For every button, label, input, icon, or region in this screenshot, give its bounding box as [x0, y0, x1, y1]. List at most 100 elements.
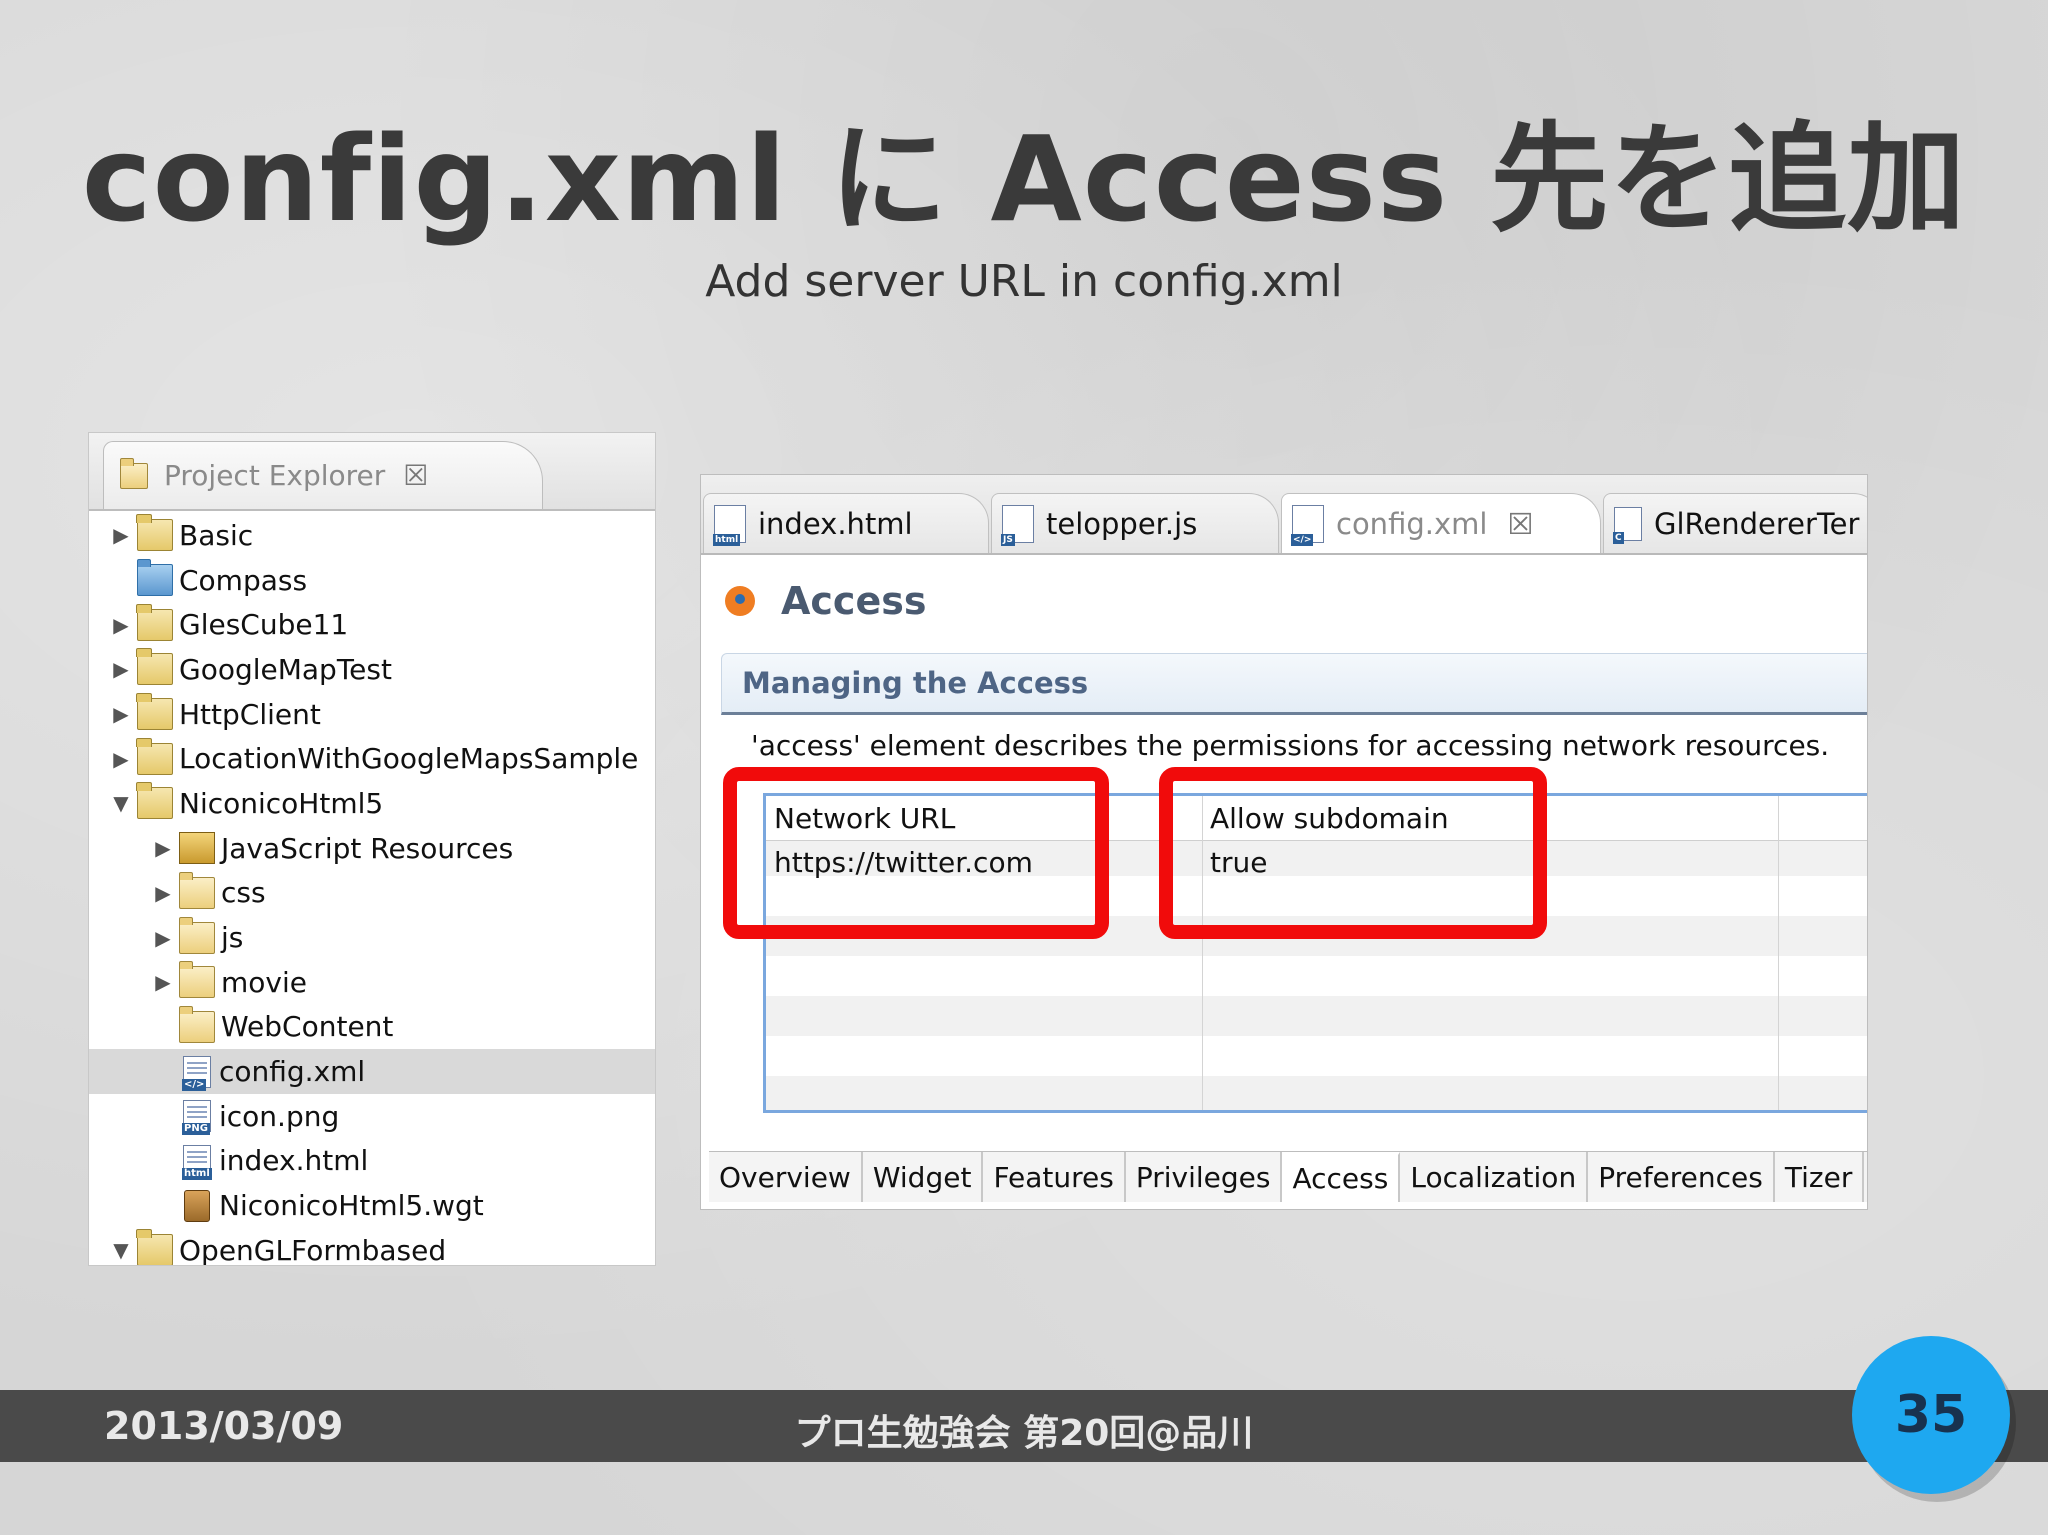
folder-icon	[179, 961, 215, 999]
js-resources-icon	[179, 832, 215, 865]
tree-item-label: index.html	[219, 1144, 369, 1178]
tree-item-movie[interactable]: ▶ movie	[107, 960, 655, 1005]
tree-item-label: GoogleMapTest	[179, 652, 392, 686]
expand-toggle-icon[interactable]: ▶	[149, 970, 177, 994]
project-icon	[136, 782, 173, 820]
project-icon	[136, 693, 173, 731]
tree-item-config-xml[interactable]: </> config.xml	[89, 1049, 655, 1094]
tree-item-icon-png[interactable]: PNG icon.png	[107, 1094, 655, 1139]
tree-item-basic[interactable]: ▶ Basic	[107, 513, 655, 558]
blue-folder-icon	[137, 559, 173, 597]
folder-icon	[179, 871, 215, 909]
tab-project-explorer[interactable]: Project Explorer ☒	[103, 441, 543, 509]
tree-item-label: GlesCube11	[179, 608, 349, 642]
slide-title: config.xml に Access 先を追加	[81, 110, 1967, 248]
expand-toggle-icon[interactable]: ▶	[149, 836, 177, 860]
footer-event: プロ生勉強会 第20回@品川	[794, 1413, 1254, 1454]
tree-item-label: NiconicoHtml5	[179, 786, 384, 820]
config-editor-panel: html index.html JS telopper.js </> confi…	[700, 474, 1868, 1210]
expand-toggle-icon[interactable]: ▶	[107, 657, 135, 681]
expand-toggle-icon[interactable]: ▼	[107, 791, 135, 815]
tab-glrenderer[interactable]: C GlRendererTer	[1603, 493, 1867, 553]
tree-item-openglformbased[interactable]: ▼ OpenGLFormbased	[107, 1228, 655, 1266]
tree-item-label: HttpClient	[179, 697, 321, 731]
project-icon	[136, 514, 173, 552]
page-tab-features[interactable]: Features	[983, 1152, 1126, 1202]
tab-config-xml[interactable]: </> config.xml ☒	[1281, 493, 1601, 553]
tree-item-label: Basic	[179, 518, 254, 552]
expand-toggle-icon[interactable]: ▶	[107, 523, 135, 547]
project-icon	[136, 737, 173, 775]
page-tab-localization[interactable]: Localization	[1400, 1152, 1589, 1202]
page-tab-overview[interactable]: Overview	[709, 1152, 863, 1202]
page-tab-preferences[interactable]: Preferences	[1588, 1152, 1775, 1202]
wgt-file-icon	[184, 1189, 210, 1222]
tab-telopper-js[interactable]: JS telopper.js	[991, 493, 1279, 553]
project-explorer-icon	[120, 457, 148, 489]
tree-item-httpclient[interactable]: ▶ HttpClient	[107, 692, 655, 737]
tree-item-compass[interactable]: Compass	[107, 558, 655, 603]
folder-icon	[179, 1005, 215, 1043]
tree-item-js[interactable]: ▶ js	[107, 915, 655, 960]
xml-file-icon: </>	[182, 1055, 211, 1091]
tab-label: telopper.js	[1046, 506, 1198, 541]
tree-item-label: JavaScript Resources	[221, 831, 514, 865]
tree-item-css[interactable]: ▶ css	[107, 871, 655, 916]
tree-item-webcontent[interactable]: WebContent	[107, 1005, 655, 1050]
tree-item-label: LocationWithGoogleMapsSample	[179, 742, 639, 776]
tree-item-label: OpenGLFormbased	[179, 1233, 447, 1266]
expand-toggle-icon[interactable]: ▶	[107, 613, 135, 637]
expand-toggle-icon[interactable]: ▼	[107, 1238, 135, 1262]
editor-tab-bar: html index.html JS telopper.js </> confi…	[701, 475, 1867, 555]
expand-toggle-icon[interactable]: ▶	[149, 926, 177, 950]
tree-item-label: WebContent	[221, 1010, 394, 1044]
section-title: Managing the Access	[742, 666, 1089, 700]
tree-item-label: NiconicoHtml5.wgt	[219, 1189, 484, 1223]
tree-item-javascript-resources[interactable]: ▶ JavaScript Resources	[107, 826, 655, 871]
xml-file-icon: </>	[1291, 504, 1324, 546]
expand-toggle-icon[interactable]: ▶	[107, 747, 135, 771]
slide-subtitle: Add server URL in config.xml	[705, 256, 1343, 307]
section-description: 'access' element describes the permissio…	[751, 729, 1830, 762]
close-icon[interactable]: ☒	[403, 459, 428, 492]
tree-item-label: icon.png	[219, 1099, 340, 1133]
tab-index-html[interactable]: html index.html	[703, 493, 989, 553]
highlight-network-url	[723, 767, 1109, 939]
tree-item-locationwithgooglemapssample[interactable]: ▶ LocationWithGoogleMapsSample	[107, 736, 655, 781]
section-managing-access[interactable]: Managing the Access	[721, 653, 1867, 715]
tree-item-index-html[interactable]: html index.html	[107, 1139, 655, 1184]
expand-toggle-icon[interactable]: ▶	[149, 881, 177, 905]
highlight-allow-subdomain	[1159, 767, 1547, 939]
page-tab-widget[interactable]: Widget	[863, 1152, 984, 1202]
html-file-icon: html	[182, 1144, 212, 1180]
folder-icon	[179, 916, 215, 954]
page-tab-tizer[interactable]: Tizer	[1775, 1152, 1865, 1202]
tree-item-glescube11[interactable]: ▶ GlesCube11	[107, 602, 655, 647]
explorer-header: Project Explorer ☒	[89, 433, 655, 511]
access-header: Access	[725, 579, 926, 623]
tree-item-niconicohtml5[interactable]: ▼ NiconicoHtml5	[107, 781, 655, 826]
tab-label: GlRendererTer	[1654, 506, 1860, 541]
slide-footer: 2013/03/09 プロ生勉強会 第20回@品川	[0, 1390, 2048, 1462]
html-file-icon: html	[713, 504, 746, 546]
png-file-icon: PNG	[182, 1100, 211, 1136]
project-icon	[136, 603, 173, 641]
tree-item-niconicohtml5-wgt[interactable]: NiconicoHtml5.wgt	[107, 1183, 655, 1228]
tree-item-label: config.xml	[219, 1055, 366, 1089]
project-icon	[136, 648, 173, 686]
project-explorer-panel: Project Explorer ☒ ▶ Basic Compass ▶ GlesCub…	[88, 432, 656, 1266]
tree-item-label: css	[221, 876, 266, 910]
tree-item-googlemaptest[interactable]: ▶ GoogleMapTest	[107, 647, 655, 692]
page-number-badge: 35	[1852, 1336, 2010, 1494]
close-icon[interactable]: ☒	[1507, 507, 1533, 541]
tab-project-explorer-label: Project Explorer	[164, 459, 386, 492]
project-icon	[136, 1229, 173, 1265]
page-tab-access[interactable]: Access	[1282, 1152, 1401, 1202]
page-tab-privileges[interactable]: Privileges	[1126, 1152, 1283, 1202]
access-pin-icon	[725, 586, 755, 616]
editor-page-tabs: Overview Widget Features Privileges Access Lo…	[709, 1151, 1867, 1202]
tree-item-label: Compass	[179, 563, 308, 597]
page-number: 35	[1894, 1385, 1968, 1445]
tab-label: index.html	[758, 506, 913, 541]
expand-toggle-icon[interactable]: ▶	[107, 702, 135, 726]
